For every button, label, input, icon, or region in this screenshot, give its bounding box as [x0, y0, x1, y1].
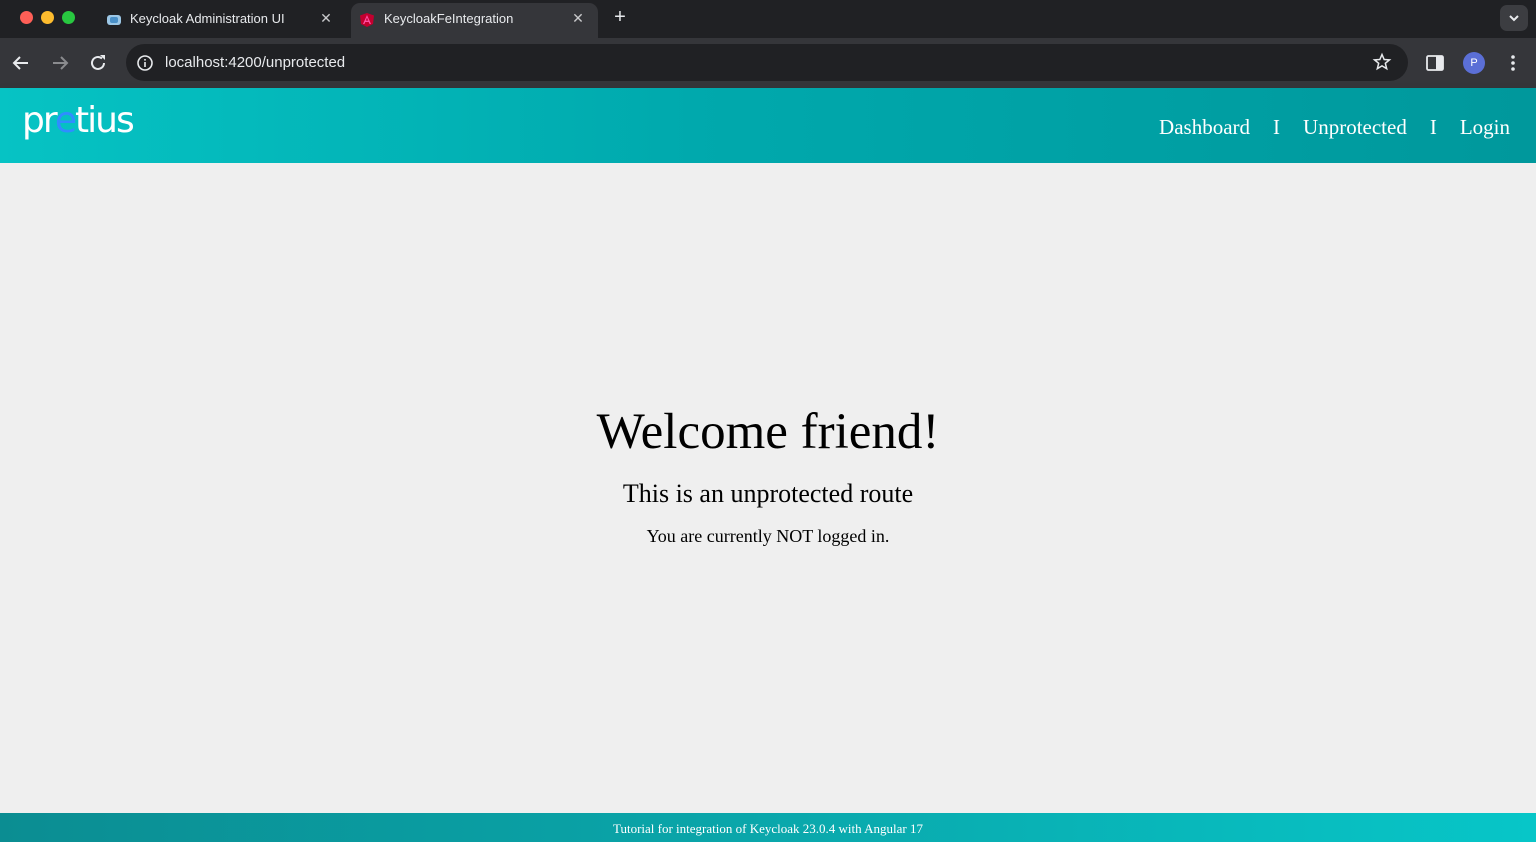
login-status-text: You are currently NOT logged in.	[646, 526, 890, 546]
tab-search-button[interactable]	[1500, 5, 1528, 31]
info-icon[interactable]	[136, 54, 154, 72]
browser-toolbar: localhost:4200/unprotected P	[0, 38, 1536, 88]
minimize-window-button[interactable]	[41, 11, 54, 24]
tab-keycloak-admin[interactable]: Keycloak Administration UI ✕	[94, 3, 346, 38]
reload-icon[interactable]	[86, 51, 110, 75]
side-panel-icon[interactable]	[1425, 53, 1445, 73]
maximize-window-button[interactable]	[62, 11, 75, 24]
tab-keycloak-fe-integration[interactable]: KeycloakFeIntegration ✕	[351, 3, 598, 38]
chevron-down-icon	[1509, 15, 1519, 22]
nav-login-link[interactable]: Login	[1460, 115, 1510, 139]
logo-accent: e	[54, 100, 77, 141]
main-nav: Dashboard I Unprotected I Login	[1159, 115, 1510, 140]
nav-separator: I	[1429, 115, 1437, 139]
close-window-button[interactable]	[20, 11, 33, 24]
tab-title: Keycloak Administration UI	[130, 11, 285, 26]
profile-avatar[interactable]: P	[1463, 52, 1485, 74]
nav-dashboard-link[interactable]: Dashboard	[1159, 115, 1250, 139]
new-tab-button[interactable]: +	[610, 6, 630, 29]
app-footer: Tutorial for integration of Keycloak 23.…	[0, 813, 1536, 842]
bookmark-star-icon[interactable]	[1372, 52, 1392, 72]
nav-separator: I	[1273, 115, 1281, 139]
app-header: pretius Dashboard I Unprotected I Login	[0, 88, 1536, 163]
browser-tab-strip: Keycloak Administration UI ✕ KeycloakFeI…	[0, 0, 1536, 38]
welcome-heading: Welcome friend!	[596, 404, 940, 460]
logo-suffix: tius	[75, 100, 135, 141]
main-content: Welcome friend! This is an unprotected r…	[0, 163, 1536, 813]
pretius-logo[interactable]: pretius	[22, 100, 135, 141]
angular-icon	[360, 13, 374, 27]
keycloak-icon	[107, 15, 121, 25]
back-arrow-icon[interactable]	[9, 51, 33, 75]
close-icon[interactable]: ✕	[570, 10, 586, 27]
tab-title: KeycloakFeIntegration	[384, 11, 514, 26]
close-icon[interactable]: ✕	[318, 10, 334, 27]
url-text[interactable]: localhost:4200/unprotected	[165, 54, 345, 71]
nav-unprotected-link[interactable]: Unprotected	[1303, 115, 1407, 139]
address-bar[interactable]: localhost:4200/unprotected	[126, 44, 1408, 81]
more-options-icon[interactable]	[1503, 52, 1523, 74]
logo-prefix: pr	[22, 100, 57, 141]
footer-text: Tutorial for integration of Keycloak 23.…	[612, 821, 924, 836]
route-subheading: This is an unprotected route	[622, 479, 914, 508]
forward-arrow-icon[interactable]	[48, 51, 72, 75]
